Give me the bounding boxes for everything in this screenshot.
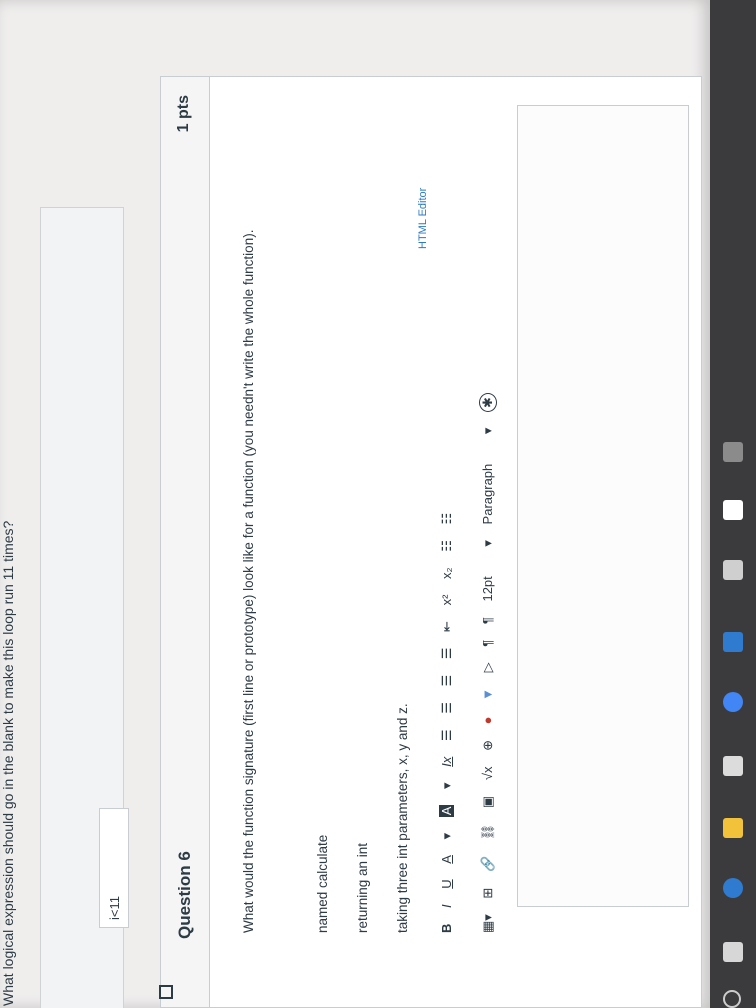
numbered-list-icon[interactable]: ☷ (439, 513, 455, 525)
outdent-icon[interactable]: ⇤ (439, 621, 455, 632)
store-icon[interactable] (723, 756, 743, 776)
question-6-card: Question 6 1 pts What would the function… (159, 76, 702, 1008)
chevron-down-icon[interactable]: ▾ (480, 428, 496, 435)
question-6-line-named: named calculate (315, 834, 330, 933)
table-icon[interactable]: ▦▾ (480, 914, 496, 933)
question-6-prompt: What would the function signature (first… (241, 229, 256, 933)
bullet-list-icon[interactable]: ☷ (439, 540, 455, 552)
edge-icon[interactable] (723, 878, 743, 898)
embed-icon[interactable]: ⊞ (480, 888, 496, 899)
ltr-icon[interactable]: ¶ (480, 640, 495, 647)
italic-button[interactable]: I (439, 904, 454, 908)
quiz-page: What logical expression should go in the… (0, 0, 710, 1008)
video-icon[interactable]: ▷ (480, 662, 496, 672)
rich-text-editor-area[interactable] (517, 105, 689, 907)
superscript-button[interactable]: x² (439, 595, 454, 606)
text-color-button[interactable]: A (439, 855, 454, 864)
paragraph-select[interactable]: Paragraph (480, 464, 495, 525)
question-5-answer-area: i<11 (40, 207, 129, 1008)
taskbar (710, 0, 756, 1008)
media-icon[interactable]: ⊕ (480, 740, 496, 751)
record-icon[interactable]: ● (480, 717, 495, 725)
rtl-icon[interactable]: ¶ (480, 617, 495, 624)
align-left-icon[interactable]: ☰ (439, 729, 455, 741)
subscript-button[interactable]: x₂ (439, 567, 454, 579)
question-5-answer-input[interactable]: i<11 (99, 808, 129, 928)
mail-icon[interactable] (723, 632, 743, 652)
align-center-icon[interactable]: ☰ (439, 702, 455, 714)
chevron-down-icon[interactable]: ▾ (439, 782, 455, 789)
html-editor-link[interactable]: HTML Editor (417, 188, 429, 249)
question-6-line-taking: taking three int parameters, x, y and z. (395, 703, 410, 933)
chevron-down-icon[interactable]: ▾ (480, 540, 496, 547)
chevron-down-icon[interactable]: ▾ (439, 833, 455, 840)
underline-button[interactable]: U (439, 879, 454, 888)
folder-icon[interactable] (723, 818, 743, 838)
editor-toolbar-row-1: B I U A ▾ A ▾ Ix ☰ ☰ ☰ ☰ ⇤ x² x₂ ☷ ☷ (439, 501, 455, 933)
background-color-button[interactable]: A (439, 804, 454, 818)
accessibility-icon[interactable]: ✱ (479, 393, 497, 412)
clear-formatting-button[interactable]: Ix (439, 757, 454, 767)
font-size-select[interactable]: 12pt (480, 576, 495, 601)
question-6-line-returning: returning an int (355, 842, 370, 933)
question-5-text: What logical expression should go in the… (0, 520, 16, 1006)
question-6-title: Question 6 (175, 851, 194, 939)
search-icon[interactable] (723, 990, 741, 1008)
image-icon[interactable]: ▣ (480, 796, 496, 808)
screen: What logical expression should go in the… (0, 0, 710, 1008)
flag-question-icon[interactable] (159, 985, 173, 999)
link-icon[interactable]: 🔗 (480, 856, 496, 872)
bold-button[interactable]: B (439, 924, 454, 933)
justify-icon[interactable]: ☰ (439, 648, 455, 660)
align-right-icon[interactable]: ☰ (439, 675, 455, 687)
unlink-icon[interactable]: ⛓ (480, 824, 496, 841)
question-6-points: 1 pts (175, 95, 192, 133)
apps-icon[interactable]: ▼ (480, 688, 495, 701)
app-icon[interactable] (723, 442, 743, 462)
photos-icon[interactable] (723, 560, 743, 580)
math-button[interactable]: √x (480, 767, 495, 781)
office-icon[interactable] (723, 500, 743, 520)
editor-toolbar-row-2: ▦▾ ⊞ 🔗 ⛓ ▣ √x ⊕ ● ▼ ▷ ¶ ¶ 12pt ▾ Paragra… (479, 381, 497, 933)
question-6-header: Question 6 1 pts (159, 77, 210, 1007)
task-view-icon[interactable] (723, 942, 743, 962)
chrome-icon[interactable] (723, 692, 743, 712)
